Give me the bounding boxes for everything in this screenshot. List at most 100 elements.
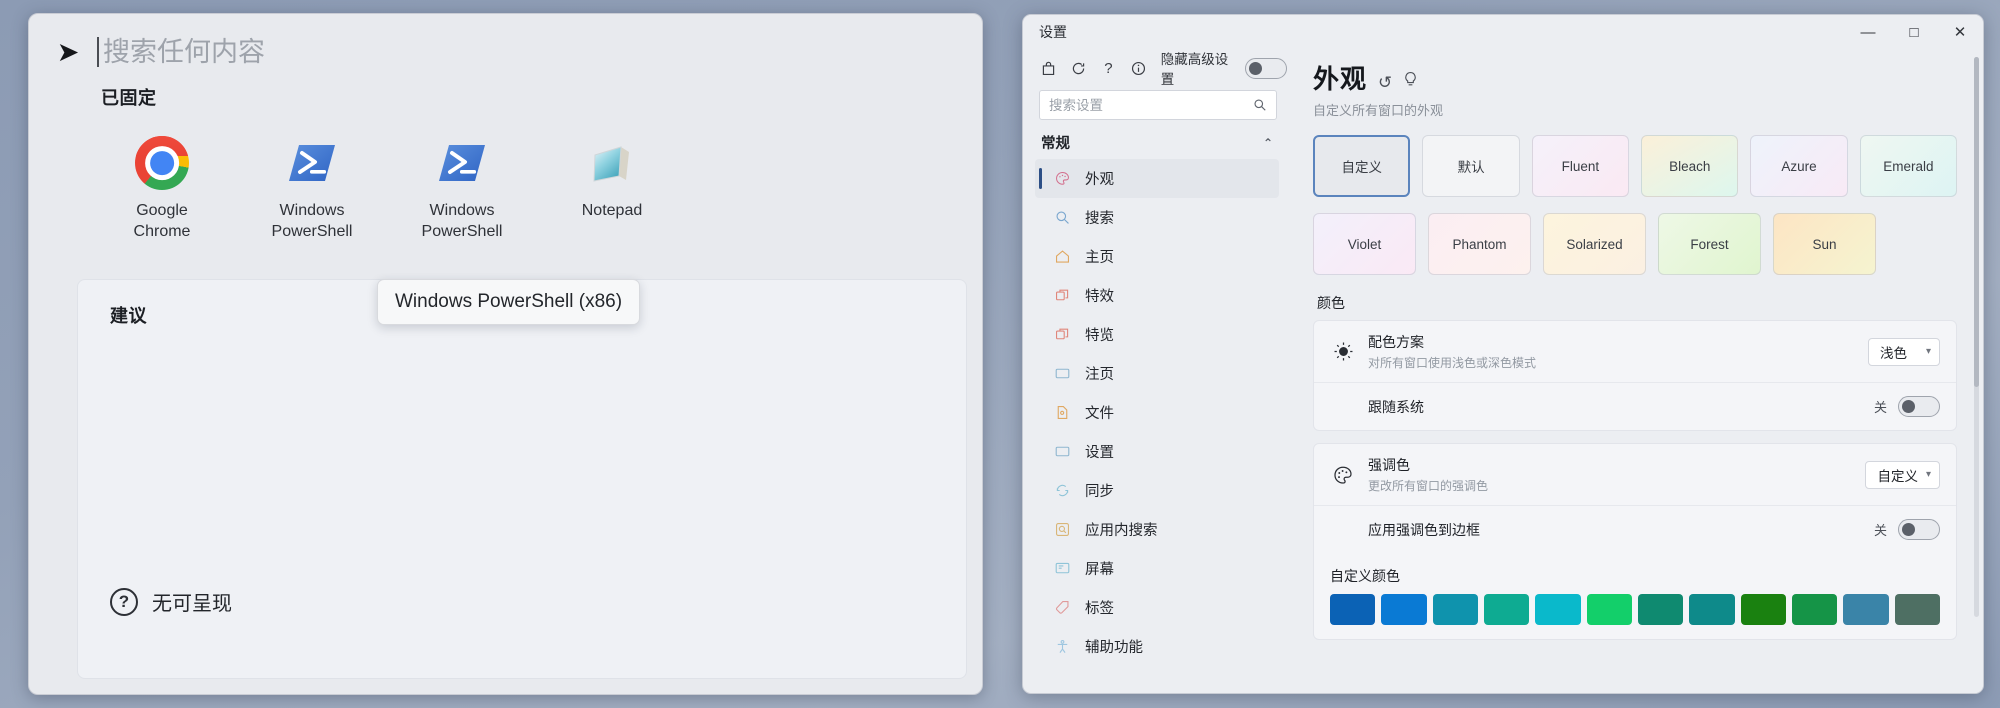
color-swatch-4[interactable] — [1535, 594, 1580, 625]
question-icon[interactable]: ? — [1100, 59, 1117, 78]
accent-color-dropdown[interactable]: 自定义 ▾ — [1865, 461, 1940, 489]
sidebar-item-11[interactable]: 标签 — [1035, 588, 1279, 627]
color-swatch-5[interactable] — [1587, 594, 1632, 625]
theme-card-9[interactable]: Forest — [1658, 213, 1761, 275]
theme-card-label: 自定义 — [1341, 156, 1382, 176]
color-swatch-3[interactable] — [1484, 594, 1529, 625]
theme-card-6[interactable]: Violet — [1313, 213, 1416, 275]
sidebar-item-label: 应用内搜索 — [1085, 519, 1158, 540]
accessibility-icon — [1053, 637, 1072, 656]
follow-system-toggle[interactable] — [1898, 396, 1940, 417]
app-tile-windows-powershell-2[interactable]: Windows PowerShell — [387, 128, 537, 252]
minimize-button[interactable]: — — [1845, 15, 1891, 49]
app-tile-label: Windows PowerShell — [422, 200, 503, 242]
page-subtitle: 自定义所有窗口的外观 — [1313, 100, 1957, 119]
sidebar-item-2[interactable]: 主页 — [1035, 237, 1279, 276]
theme-card-1[interactable]: 默认 — [1422, 135, 1519, 197]
color-swatch-6[interactable] — [1638, 594, 1683, 625]
setting-title: 跟随系统 — [1368, 397, 1874, 417]
empty-state: ? 无可呈现 — [110, 587, 232, 616]
color-swatch-2[interactable] — [1433, 594, 1478, 625]
app-tile-notepad[interactable]: Notepad — [537, 128, 687, 252]
settings-window: 设置 — □ ✕ ? — [1022, 14, 1984, 694]
setting-text: 跟随系统 — [1368, 397, 1874, 417]
sidebar-item-12[interactable]: 辅助功能 — [1035, 627, 1279, 666]
app-tile-google-chrome[interactable]: Google Chrome — [87, 128, 237, 252]
theme-card-5[interactable]: Emerald — [1860, 135, 1957, 197]
sidebar-item-label: 辅助功能 — [1085, 636, 1143, 657]
color-swatch-11[interactable] — [1895, 594, 1940, 625]
color-swatch-7[interactable] — [1689, 594, 1734, 625]
file-icon — [1053, 403, 1072, 422]
settings-body: ? 隐藏高级设置 常 — [1023, 49, 1983, 694]
color-swatch-1[interactable] — [1381, 594, 1426, 625]
settings-titlebar[interactable]: 设置 — □ ✕ — [1023, 15, 1983, 49]
hide-advanced-settings-toggle[interactable] — [1245, 58, 1287, 79]
scrollbar-thumb[interactable] — [1974, 57, 1979, 387]
chrome-icon — [135, 136, 189, 190]
notepad-icon — [585, 136, 639, 190]
search-icon — [1053, 208, 1072, 227]
sidebar-item-8[interactable]: 同步 — [1035, 471, 1279, 510]
close-button[interactable]: ✕ — [1937, 15, 1983, 49]
setting-row-accent-on-border[interactable]: 应用强调色到边框 关 — [1314, 505, 1956, 553]
bag-icon[interactable] — [1040, 59, 1057, 78]
reset-icon[interactable]: ↺ — [1378, 73, 1392, 93]
sidebar-item-9[interactable]: 应用内搜索 — [1035, 510, 1279, 549]
in-app-search-icon — [1053, 520, 1072, 539]
content-scrollbar[interactable] — [1974, 57, 1979, 617]
theme-card-3[interactable]: Bleach — [1641, 135, 1738, 197]
refresh-icon[interactable] — [1070, 59, 1087, 78]
launcher-search-input[interactable] — [101, 37, 701, 68]
sidebar-item-4[interactable]: 特览 — [1035, 315, 1279, 354]
settings-content: 外观 ↺ 自定义所有窗口的外观 自定义默认FluentBleachAzureEm… — [1287, 49, 1983, 694]
color-swatch-8[interactable] — [1741, 594, 1786, 625]
search-icon[interactable] — [1253, 98, 1267, 112]
color-swatch-9[interactable] — [1792, 594, 1837, 625]
sidebar-item-0[interactable]: 外观 — [1035, 159, 1279, 198]
settings-search-box[interactable] — [1039, 90, 1277, 120]
nav-group-label: 常规 — [1041, 132, 1070, 153]
nav-group-general[interactable]: 常规 ⌃ — [1035, 128, 1287, 159]
maximize-button[interactable]: □ — [1891, 15, 1937, 49]
theme-card-8[interactable]: Solarized — [1543, 213, 1646, 275]
setting-row-follow-system[interactable]: 跟随系统 关 — [1314, 382, 1956, 430]
settings-nav-list: 外观搜索主页特效特览注页文件设置同步应用内搜索屏幕标签辅助功能 — [1035, 159, 1287, 666]
launcher-search-bar[interactable]: ➤ — [29, 14, 982, 78]
empty-state-text: 无可呈现 — [152, 587, 232, 616]
sidebar-item-7[interactable]: 设置 — [1035, 432, 1279, 471]
sidebar-item-label: 注页 — [1085, 363, 1114, 384]
settings-search-input[interactable] — [1049, 98, 1253, 113]
sidebar-item-10[interactable]: 屏幕 — [1035, 549, 1279, 588]
theme-card-7[interactable]: Phantom — [1428, 213, 1531, 275]
setting-text: 强调色 更改所有窗口的强调色 — [1368, 455, 1865, 494]
sidebar-item-6[interactable]: 文件 — [1035, 393, 1279, 432]
color-swatch-10[interactable] — [1843, 594, 1888, 625]
layers-icon — [1053, 325, 1072, 344]
theme-card-4[interactable]: Azure — [1750, 135, 1847, 197]
color-scheme-dropdown[interactable]: 浅色 ▾ — [1868, 338, 1940, 366]
chevron-up-icon[interactable]: ⌃ — [1263, 136, 1273, 150]
sidebar-item-label: 设置 — [1085, 441, 1114, 462]
theme-card-2[interactable]: Fluent — [1532, 135, 1629, 197]
sidebar-item-1[interactable]: 搜索 — [1035, 198, 1279, 237]
sync-icon — [1053, 481, 1072, 500]
custom-color-swatches — [1314, 594, 1956, 639]
color-scheme-card: 配色方案 对所有窗口使用浅色或深色模式 浅色 ▾ 跟随系统 — [1313, 320, 1957, 431]
setting-row-color-scheme[interactable]: 配色方案 对所有窗口使用浅色或深色模式 浅色 ▾ — [1314, 321, 1956, 382]
screen-icon — [1053, 559, 1072, 578]
text-caret — [97, 37, 99, 67]
theme-card-0[interactable]: 自定义 — [1313, 135, 1410, 197]
settings-window-title: 设置 — [1039, 22, 1067, 42]
custom-colors-label: 自定义颜色 — [1314, 553, 1956, 594]
lightbulb-icon[interactable] — [1403, 71, 1418, 93]
app-tile-windows-powershell-1[interactable]: Windows PowerShell — [237, 128, 387, 252]
sidebar-item-3[interactable]: 特效 — [1035, 276, 1279, 315]
accent-on-border-toggle[interactable] — [1898, 519, 1940, 540]
setting-row-accent-color[interactable]: 强调色 更改所有窗口的强调色 自定义 ▾ — [1314, 444, 1956, 505]
sidebar-item-5[interactable]: 注页 — [1035, 354, 1279, 393]
color-swatch-0[interactable] — [1330, 594, 1375, 625]
app-tile-label: Windows PowerShell — [272, 200, 353, 242]
theme-card-10[interactable]: Sun — [1773, 213, 1876, 275]
info-icon[interactable] — [1130, 59, 1147, 78]
